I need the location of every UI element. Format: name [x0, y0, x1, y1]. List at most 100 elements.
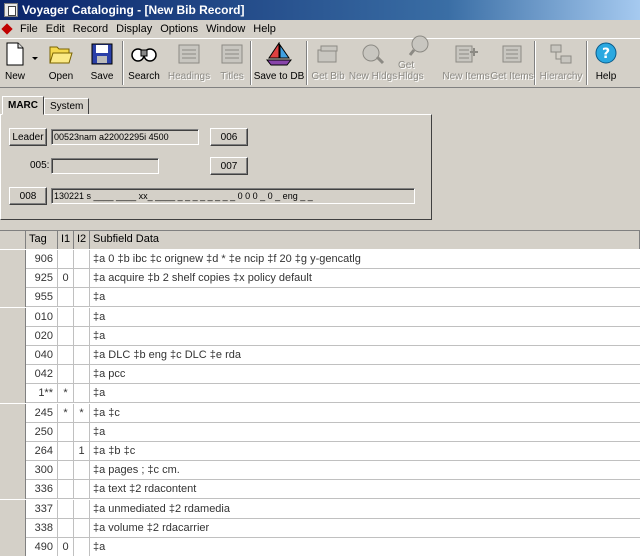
- column-header-subfield-data[interactable]: Subfield Data: [90, 231, 640, 249]
- menu-edit[interactable]: Edit: [42, 23, 69, 35]
- row-selector[interactable]: [0, 250, 26, 269]
- indicator2-cell[interactable]: [74, 384, 90, 404]
- tag-cell[interactable]: 245: [26, 403, 58, 423]
- get-items-button[interactable]: Get Items: [490, 39, 534, 87]
- get-bib-button[interactable]: Get Bib: [308, 39, 348, 87]
- indicator1-cell[interactable]: 0: [58, 538, 74, 556]
- table-row[interactable]: 490 0 ‡a: [0, 538, 640, 556]
- row-selector[interactable]: [0, 346, 26, 365]
- indicator1-cell[interactable]: 0: [58, 269, 74, 289]
- subfield-data-cell[interactable]: ‡a text ‡2 rdacontent: [90, 480, 640, 499]
- table-row[interactable]: 925 0 ‡a acquire ‡b 2 shelf copies ‡x poli…: [0, 269, 640, 289]
- tab-system[interactable]: System: [44, 98, 90, 115]
- indicator1-cell[interactable]: [58, 288, 74, 308]
- tab-marc[interactable]: MARC: [2, 96, 44, 115]
- row-selector[interactable]: [0, 288, 26, 308]
- search-button[interactable]: Search: [124, 39, 164, 87]
- table-row[interactable]: 338 ‡a volume ‡2 rdacarrier: [0, 518, 640, 538]
- tag-cell[interactable]: 336: [26, 480, 58, 500]
- table-row[interactable]: 010 ‡a: [0, 307, 640, 327]
- row-selector[interactable]: [0, 307, 26, 327]
- tag-cell[interactable]: 338: [26, 518, 58, 538]
- menu-display[interactable]: Display: [112, 23, 156, 35]
- indicator2-cell[interactable]: 1: [74, 442, 90, 461]
- indicator1-cell[interactable]: [58, 499, 74, 519]
- table-row[interactable]: 337 ‡a unmediated ‡2 rdamedia: [0, 499, 640, 519]
- column-header-i1[interactable]: I1: [58, 231, 74, 249]
- row-selector[interactable]: [0, 384, 26, 404]
- subfield-data-cell[interactable]: ‡a pcc: [90, 365, 640, 384]
- subfield-data-cell[interactable]: ‡a DLC ‡b eng ‡c DLC ‡e rda: [90, 346, 640, 365]
- open-button[interactable]: Open: [40, 39, 82, 87]
- table-row[interactable]: 336 ‡a text ‡2 rdacontent: [0, 480, 640, 500]
- row-selector[interactable]: [0, 326, 26, 346]
- tag-cell[interactable]: 490: [26, 538, 58, 556]
- new-holdings-button[interactable]: New Hldgs: [348, 39, 398, 87]
- save-button[interactable]: Save: [82, 39, 122, 87]
- help-button[interactable]: ? Help: [588, 39, 624, 87]
- row-selector[interactable]: [0, 480, 26, 500]
- menu-record[interactable]: Record: [69, 23, 112, 35]
- indicator2-cell[interactable]: [74, 461, 90, 481]
- tag-cell[interactable]: 042: [26, 365, 58, 385]
- subfield-data-cell[interactable]: ‡a 0 ‡b ibc ‡c orignew ‡d * ‡e ncip ‡f 2…: [90, 250, 640, 269]
- indicator1-cell[interactable]: [58, 422, 74, 442]
- indicator2-cell[interactable]: [74, 250, 90, 269]
- subfield-data-cell[interactable]: ‡a: [90, 308, 640, 327]
- table-row[interactable]: 264 1 ‡a ‡b ‡c: [0, 442, 640, 461]
- new-items-button[interactable]: New Items: [442, 39, 490, 87]
- tag-cell[interactable]: 010: [26, 307, 58, 327]
- subfield-data-cell[interactable]: ‡a pages ; ‡c cm.: [90, 461, 640, 480]
- table-row[interactable]: 040 ‡a DLC ‡b eng ‡c DLC ‡e rda: [0, 346, 640, 365]
- menu-help[interactable]: Help: [249, 23, 280, 35]
- tag-cell[interactable]: 925: [26, 269, 58, 289]
- indicator2-cell[interactable]: [74, 365, 90, 385]
- indicator1-cell[interactable]: [58, 442, 74, 461]
- subfield-data-cell[interactable]: ‡a ‡b ‡c: [90, 442, 640, 461]
- tag-cell[interactable]: 300: [26, 461, 58, 481]
- subfield-data-cell[interactable]: ‡a: [90, 327, 640, 346]
- column-header-tag[interactable]: Tag: [26, 231, 58, 249]
- column-header-i2[interactable]: I2: [74, 231, 90, 249]
- indicator1-cell[interactable]: [58, 326, 74, 346]
- indicator1-cell[interactable]: [58, 250, 74, 269]
- indicator2-cell[interactable]: [74, 307, 90, 327]
- subfield-data-cell[interactable]: ‡a unmediated ‡2 rdamedia: [90, 500, 640, 519]
- tag-cell[interactable]: 906: [26, 250, 58, 269]
- table-row[interactable]: 020 ‡a: [0, 326, 640, 346]
- indicator1-cell[interactable]: [58, 480, 74, 500]
- row-selector[interactable]: [0, 461, 26, 481]
- new-dropdown-button[interactable]: [30, 39, 40, 87]
- row-selector[interactable]: [0, 403, 26, 423]
- menu-options[interactable]: Options: [156, 23, 202, 35]
- indicator2-cell[interactable]: [74, 518, 90, 538]
- titles-button[interactable]: Titles: [214, 39, 250, 87]
- subfield-data-cell[interactable]: ‡a: [90, 423, 640, 442]
- subfield-data-cell[interactable]: ‡a acquire ‡b 2 shelf copies ‡x policy d…: [90, 269, 640, 288]
- row-selector[interactable]: [0, 422, 26, 442]
- table-row[interactable]: 1** * ‡a: [0, 384, 640, 404]
- indicator1-cell[interactable]: [58, 307, 74, 327]
- field-005-input[interactable]: [51, 158, 159, 174]
- tag-cell[interactable]: 337: [26, 499, 58, 519]
- menu-file[interactable]: File: [16, 23, 42, 35]
- indicator2-cell[interactable]: [74, 499, 90, 519]
- field-008-button[interactable]: 008: [9, 187, 47, 205]
- row-selector[interactable]: [0, 538, 26, 556]
- row-selector[interactable]: [0, 365, 26, 385]
- indicator1-cell[interactable]: *: [58, 403, 74, 423]
- tag-cell[interactable]: 955: [26, 288, 58, 308]
- subfield-data-cell[interactable]: ‡a: [90, 538, 640, 556]
- row-selector[interactable]: [0, 442, 26, 461]
- document-menu-icon[interactable]: [2, 24, 12, 34]
- table-row[interactable]: 042 ‡a pcc: [0, 365, 640, 385]
- menu-window[interactable]: Window: [202, 23, 249, 35]
- indicator2-cell[interactable]: [74, 480, 90, 500]
- app-icon[interactable]: [4, 3, 18, 17]
- tag-cell[interactable]: 250: [26, 422, 58, 442]
- indicator1-cell[interactable]: [58, 346, 74, 365]
- table-row[interactable]: 300 ‡a pages ; ‡c cm.: [0, 461, 640, 481]
- indicator1-cell[interactable]: [58, 518, 74, 538]
- save-to-db-button[interactable]: Save to DB: [252, 39, 306, 87]
- tag-cell[interactable]: 264: [26, 442, 58, 461]
